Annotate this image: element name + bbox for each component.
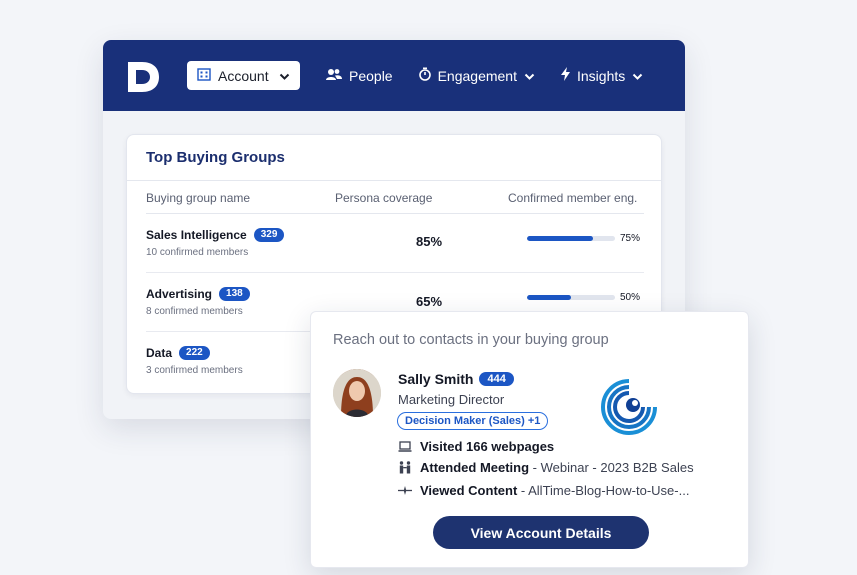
contact-popup-card: Reach out to contacts in your buying gro… [310, 311, 749, 568]
contact-name[interactable]: Sally Smith 444 [398, 371, 514, 387]
contact-job-title: Marketing Director [398, 392, 505, 407]
group-name: Advertising 138 [146, 287, 250, 301]
engagement-percent: 75% [620, 233, 641, 244]
nav-people-label: People [349, 67, 393, 84]
brand-logo[interactable] [123, 56, 163, 96]
group-name: Data 222 [146, 346, 210, 360]
count-badge: 329 [253, 228, 285, 242]
nav-insights-label: Insights [577, 67, 626, 84]
nav-engagement-label: Engagement [437, 67, 517, 84]
view-account-details-button[interactable]: View Account Details [433, 516, 649, 549]
confirmed-members: 10 confirmed members [146, 247, 249, 258]
building-icon [197, 67, 211, 84]
nav-people[interactable]: People [326, 68, 393, 84]
group-name-label: Advertising [146, 287, 213, 301]
confirmed-members: 8 confirmed members [146, 306, 243, 317]
chevron-down-icon [279, 68, 290, 84]
chevron-down-icon [632, 68, 643, 84]
laptop-icon [398, 441, 412, 452]
engagement-percent: 50% [620, 292, 641, 303]
confirmed-members: 3 confirmed members [146, 365, 243, 376]
account-dropdown-button[interactable]: Account [187, 61, 300, 90]
group-name-label: Sales Intelligence [146, 228, 247, 242]
engagement-bar [527, 295, 615, 300]
top-nav-bar: Account People Engagement Insights [103, 40, 685, 111]
card-title: Top Buying Groups [127, 135, 661, 181]
engagement-bar-fill [527, 295, 571, 300]
contact-count-badge: 444 [479, 372, 514, 386]
activity-label: Visited 166 webpages [420, 439, 555, 454]
activity-detail: - AllTime-Blog-How-to-Use-... [517, 483, 690, 498]
chevron-down-icon [524, 68, 535, 84]
count-badge: 138 [219, 287, 250, 301]
column-header-engagement: Confirmed member eng. [508, 191, 638, 205]
count-badge: 222 [179, 346, 210, 360]
sparkle-icon [398, 484, 412, 497]
nav-insights[interactable]: Insights [561, 67, 643, 84]
lightning-icon [561, 67, 570, 84]
nav-engagement[interactable]: Engagement [418, 67, 535, 84]
activity-label: Attended Meeting [420, 460, 530, 475]
account-label: Account [218, 67, 269, 84]
engagement-bar-fill [527, 236, 593, 241]
activity-item: Viewed Content - AllTime-Blog-How-to-Use… [398, 483, 689, 498]
group-name-label: Data [146, 346, 173, 360]
activity-item: Attended Meeting - Webinar - 2023 B2B Sa… [398, 460, 694, 475]
persona-coverage: 85% [416, 234, 443, 249]
persona-coverage: 65% [416, 294, 443, 309]
table-row[interactable]: Sales Intelligence 329 10 confirmed memb… [146, 214, 644, 273]
meeting-icon [398, 461, 412, 474]
activity-detail: - Webinar - 2023 B2B Sales [529, 460, 694, 475]
column-header-coverage: Persona coverage [335, 191, 433, 205]
people-icon [326, 68, 342, 84]
activity-label: Viewed Content [420, 483, 518, 498]
popup-title: Reach out to contacts in your buying gro… [333, 332, 609, 348]
activity-item: Visited 166 webpages [398, 439, 554, 454]
engagement-bar [527, 236, 615, 241]
stopwatch-icon [418, 67, 431, 84]
avatar [333, 369, 381, 417]
contact-name-label: Sally Smith [398, 371, 474, 387]
company-logo [600, 378, 658, 436]
persona-tag[interactable]: Decision Maker (Sales) +1 [397, 412, 549, 430]
column-header-name: Buying group name [146, 191, 251, 205]
group-name: Sales Intelligence 329 [146, 228, 285, 242]
